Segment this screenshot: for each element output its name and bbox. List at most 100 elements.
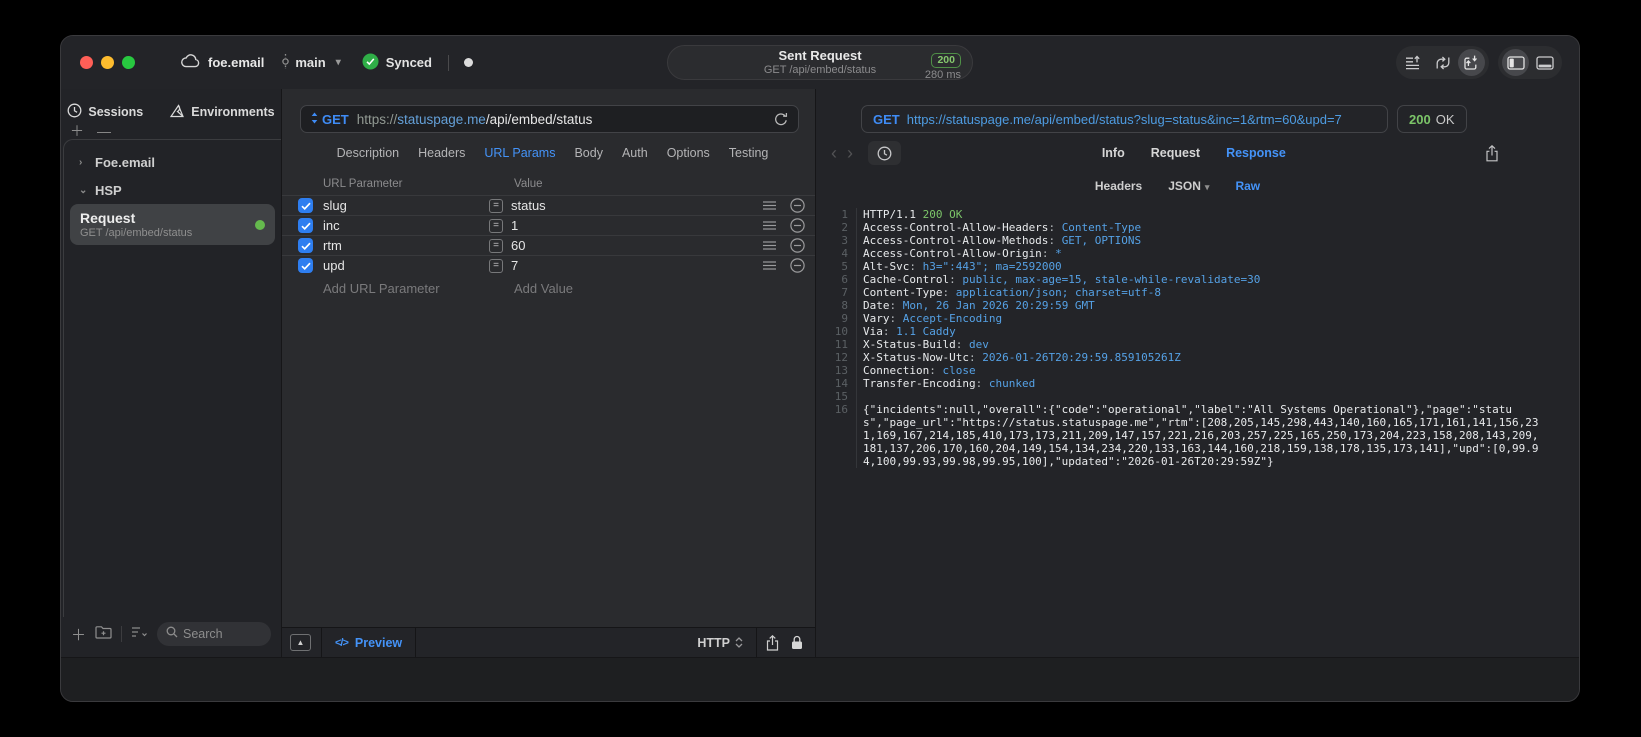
drag-handle-icon[interactable]	[763, 201, 776, 210]
tab-options[interactable]: Options	[667, 146, 710, 160]
export-response-icon[interactable]	[1485, 144, 1499, 162]
subtab-json[interactable]: JSON ▾	[1168, 179, 1209, 193]
line-text: Cache-Control: public, max-age=15, stale…	[863, 273, 1261, 286]
tab-request[interactable]: Request	[1151, 146, 1200, 160]
drag-handle-icon[interactable]	[763, 221, 776, 230]
tab-testing[interactable]: Testing	[729, 146, 769, 160]
tab-description[interactable]: Description	[337, 146, 400, 160]
param-name[interactable]: upd	[323, 258, 489, 273]
equals-icon: =	[489, 238, 503, 253]
equals-icon: =	[489, 258, 503, 273]
param-enabled-checkbox[interactable]	[298, 258, 313, 273]
line-text: Content-Type: application/json; charset=…	[863, 286, 1162, 299]
param-enabled-checkbox[interactable]	[298, 238, 313, 253]
add-session-button[interactable]: ＋	[70, 124, 84, 138]
param-row[interactable]: upd = 7	[282, 255, 815, 275]
line-text: Connection: close	[863, 364, 976, 377]
subtab-raw[interactable]: Raw	[1235, 179, 1260, 193]
search-input[interactable]	[183, 627, 262, 641]
subtab-headers[interactable]: Headers	[1095, 179, 1142, 193]
window-bottom-strip	[61, 657, 1579, 701]
response-request-url[interactable]: GET https://statuspage.me/api/embed/stat…	[861, 105, 1388, 133]
project-menu[interactable]: foe.email	[181, 54, 264, 71]
protocol-selector[interactable]: HTTP	[697, 636, 756, 650]
sent-request-subtitle: GET /api/embed/status	[763, 63, 877, 76]
code-line: 2 Access-Control-Allow-Headers: Content-T…	[816, 221, 1579, 234]
tab-headers[interactable]: Headers	[418, 146, 465, 160]
response-code[interactable]: 1 HTTP/1.1 200 OK 2 Access-Control-Allow-He…	[816, 199, 1579, 657]
sort-filter-button[interactable]	[131, 625, 148, 643]
remove-param-icon[interactable]	[790, 238, 805, 253]
tab-sessions[interactable]: Sessions	[67, 103, 143, 121]
method-selector[interactable]: GET	[322, 112, 349, 127]
tree-item-foe-email[interactable]: › Foe.email	[64, 148, 281, 176]
tab-response[interactable]: Response	[1226, 146, 1286, 160]
remove-param-icon[interactable]	[790, 218, 805, 233]
request-success-dot	[255, 219, 265, 230]
code-line: 5 Alt-Svc: h3=":443"; ma=2592000	[816, 260, 1579, 273]
toggle-left-panel-button[interactable]	[1502, 49, 1529, 76]
history-back-button[interactable]: ‹	[826, 144, 842, 162]
chevron-down-icon: ⌄	[79, 184, 88, 196]
drag-handle-icon[interactable]	[763, 261, 776, 270]
remove-param-icon[interactable]	[790, 198, 805, 213]
tab-sessions-label: Sessions	[88, 105, 144, 119]
resend-request-icon[interactable]	[774, 112, 788, 127]
add-url-parameter-button[interactable]: Add URL Parameter	[323, 281, 514, 296]
remove-session-button[interactable]: —	[97, 124, 111, 138]
line-number: 1	[816, 208, 857, 221]
history-forward-button[interactable]: ›	[842, 144, 858, 162]
session-tree: › Foe.email ⌄ HSP Request GET /api/embed…	[63, 139, 281, 617]
editor-tabs: Description Headers URL Params Body Auth…	[282, 133, 815, 173]
param-value[interactable]: status	[511, 198, 763, 213]
param-value[interactable]: 60	[511, 238, 763, 253]
param-enabled-checkbox[interactable]	[298, 218, 313, 233]
request-list-button[interactable]	[1400, 49, 1427, 76]
param-value[interactable]: 1	[511, 218, 763, 233]
protocol-label: HTTP	[697, 635, 730, 650]
param-name[interactable]: inc	[323, 218, 489, 233]
param-row[interactable]: slug = status	[282, 195, 815, 215]
param-value[interactable]: 7	[511, 258, 763, 273]
param-row[interactable]: rtm = 60	[282, 235, 815, 255]
minimize-window-button[interactable]	[101, 56, 114, 69]
remove-param-icon[interactable]	[790, 258, 805, 273]
drag-handle-icon[interactable]	[763, 241, 776, 250]
toggle-console-button[interactable]: ▲	[290, 634, 311, 651]
add-value-button[interactable]: Add Value	[514, 281, 573, 296]
tab-info[interactable]: Info	[1102, 146, 1125, 160]
add-request-button[interactable]: ＋	[71, 624, 86, 645]
code-line: 11 X-Status-Build: dev	[816, 338, 1579, 351]
sent-request-status-pill[interactable]: Sent Request GET /api/embed/status 200 2…	[667, 45, 973, 81]
tab-environments[interactable]: Environments	[169, 103, 275, 121]
tab-url-params[interactable]: URL Params	[484, 146, 555, 160]
history-clock-button[interactable]	[868, 141, 901, 165]
share-icon[interactable]	[766, 634, 779, 651]
titlebar: foe.email main ▾ Synced Sent Request GET…	[61, 36, 1579, 89]
tab-body[interactable]: Body	[574, 146, 603, 160]
sync-status[interactable]: Synced	[362, 53, 432, 73]
param-enabled-checkbox[interactable]	[298, 198, 313, 213]
param-name[interactable]: slug	[323, 198, 489, 213]
tree-item-label: HSP	[95, 182, 122, 198]
import-export-button[interactable]	[1458, 49, 1485, 76]
close-window-button[interactable]	[80, 56, 93, 69]
request-url-bar[interactable]: GET https://statuspage.me/api/embed/stat…	[300, 105, 799, 133]
sidebar-search[interactable]	[157, 622, 271, 646]
column-header-value: Value	[514, 178, 543, 190]
zoom-window-button[interactable]	[122, 56, 135, 69]
cloud-icon	[181, 54, 200, 71]
param-name[interactable]: rtm	[323, 238, 489, 253]
request-item-selected[interactable]: Request GET /api/embed/status	[70, 204, 275, 245]
toolbar-group-panels	[1498, 46, 1562, 79]
param-row[interactable]: inc = 1	[282, 215, 815, 235]
preview-button[interactable]: </> Preview	[322, 636, 415, 650]
branch-selector[interactable]: main ▾	[281, 53, 341, 73]
toggle-bottom-panel-button[interactable]	[1531, 49, 1558, 76]
tree-item-hsp[interactable]: ⌄ HSP	[64, 176, 281, 204]
tab-auth[interactable]: Auth	[622, 146, 648, 160]
new-folder-button[interactable]	[95, 625, 112, 644]
compare-merge-button[interactable]	[1429, 49, 1456, 76]
line-number: 7	[816, 286, 857, 299]
request-item-title: Request	[80, 210, 136, 226]
